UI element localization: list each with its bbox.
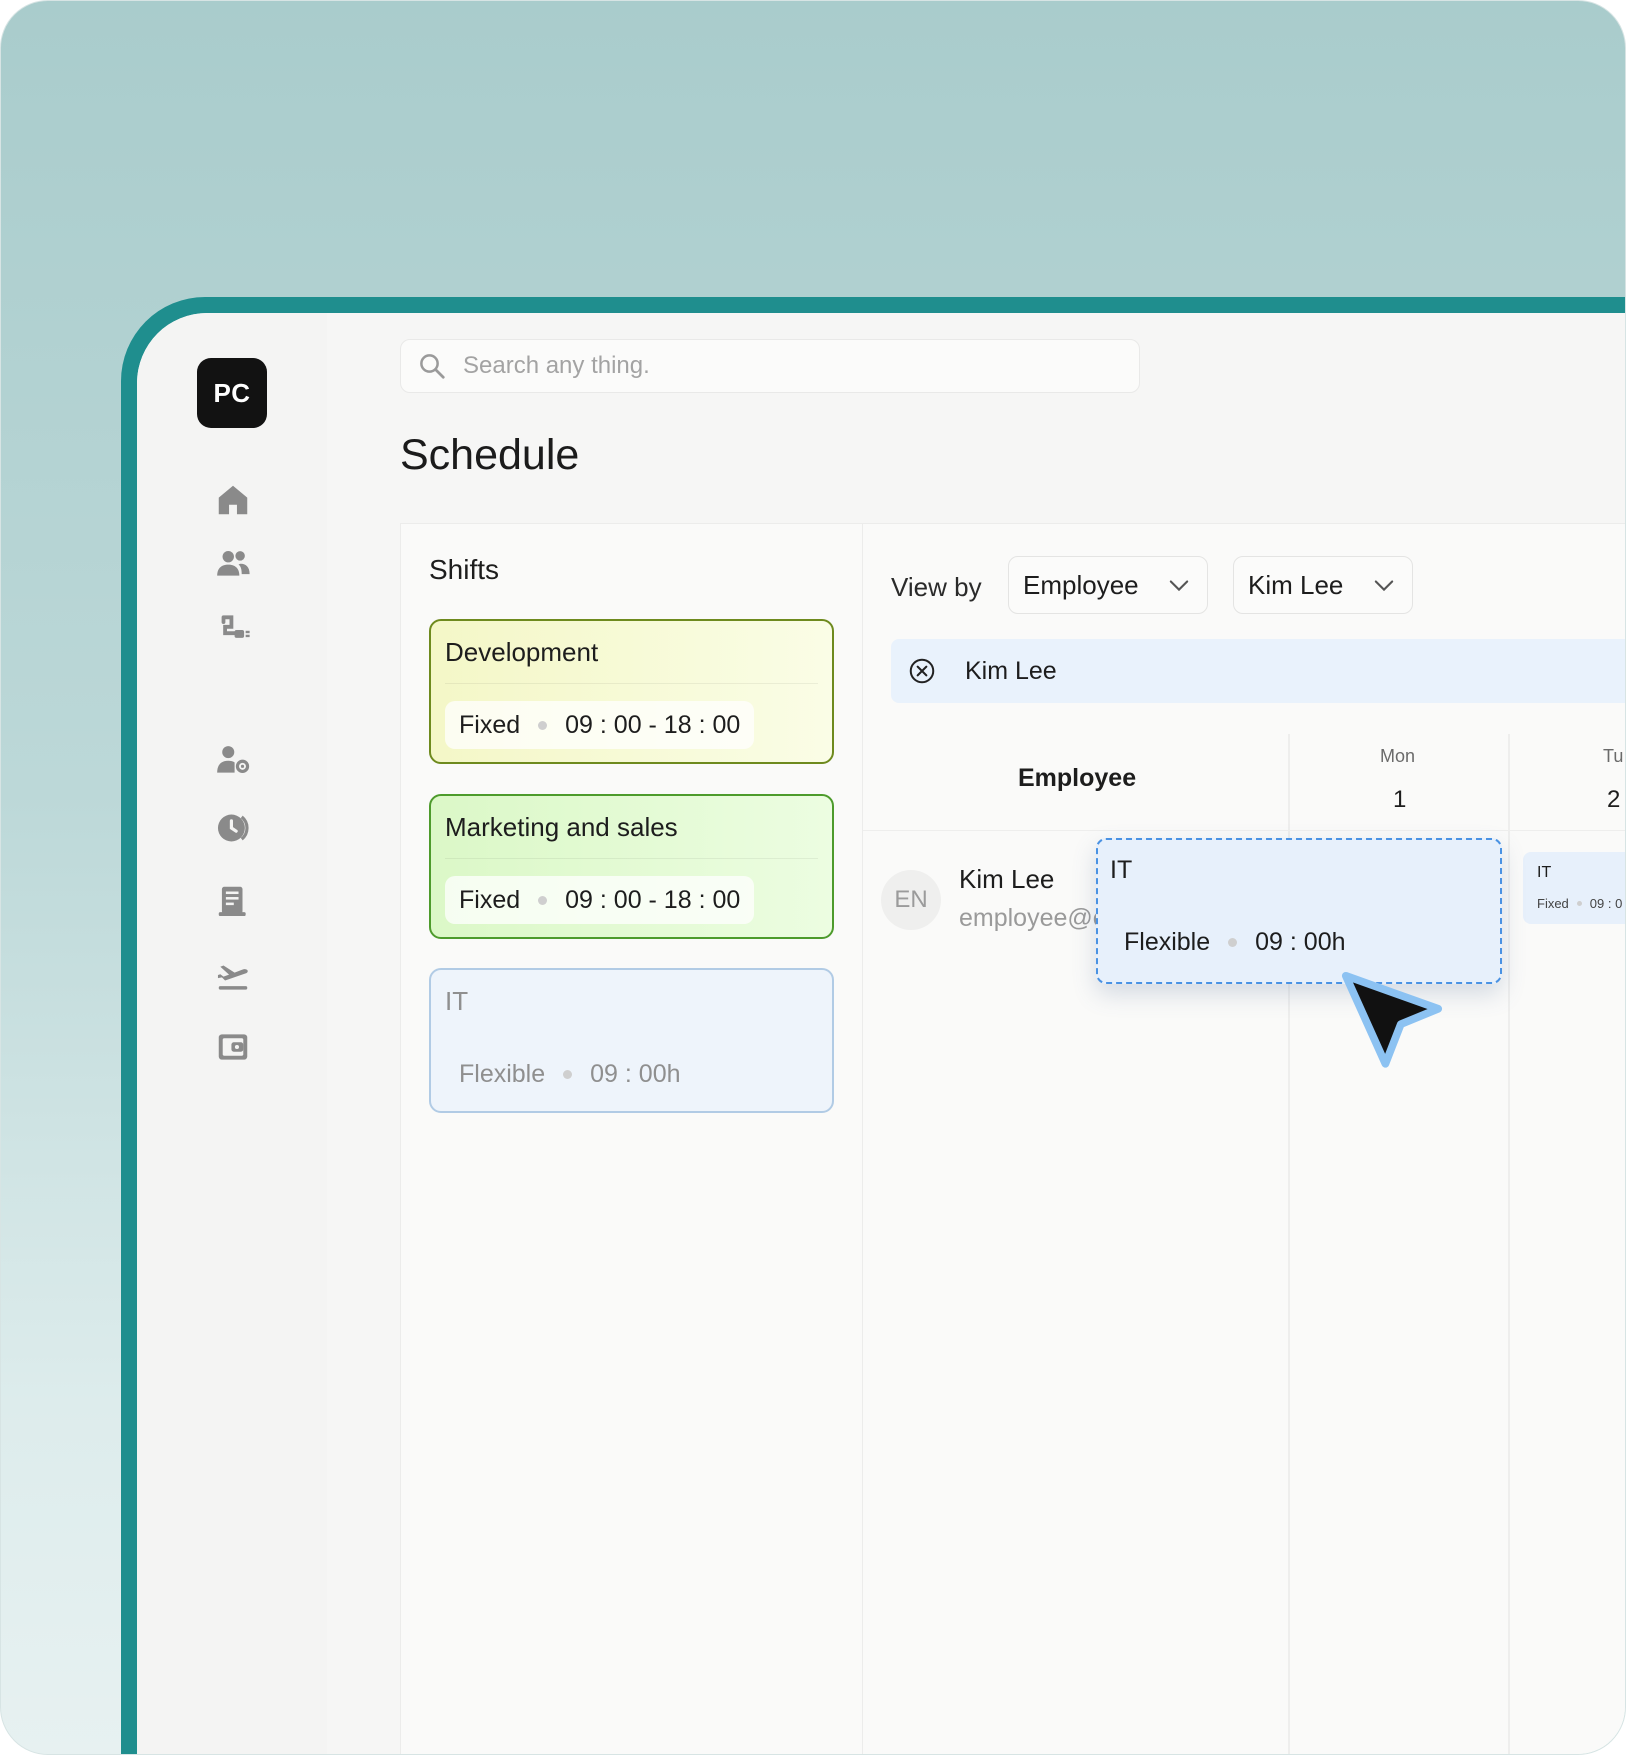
schedule-panel: View by Employee Kim Lee Kim Lee Employe… [862,523,1625,1754]
shift-time: 09 : 00h [1255,928,1346,956]
shift-name: Marketing and sales [445,812,678,842]
users-icon[interactable] [211,541,255,585]
employee-filter-value: Kim Lee [1248,569,1344,600]
separator-dot [1576,901,1582,906]
shift-type: Fixed [1537,896,1569,911]
shift-time: 09 : 00h [590,1059,681,1088]
shift-card-marketing[interactable]: Marketing and sales Fixed 09 : 00 - 18 :… [429,794,834,939]
separator-dot [538,720,548,730]
view-by-value: Employee [1023,569,1139,600]
day-name-mon: Mon [1380,746,1416,766]
clock-icon[interactable] [211,806,255,850]
employee-name: Kim Lee [959,864,1055,894]
sidebar: PC [137,313,327,1754]
shift-name: IT [1537,864,1552,881]
shift-card-it[interactable]: IT Flexible 09 : 00h [429,968,834,1113]
shift-type: Fixed [459,885,521,914]
scheduled-shift-tue[interactable]: IT Fixed 09 : 0 [1523,852,1625,924]
shift-card-development[interactable]: Development Fixed 09 : 00 - 18 : 00 [429,619,834,764]
search-icon [420,354,445,379]
mouse-pointer-icon [1341,971,1443,1068]
shift-type: Flexible [459,1059,546,1088]
search-bar[interactable] [400,339,1140,393]
shift-meta: Flexible 09 : 00h [1124,928,1346,957]
shift-time: 09 : 0 [1589,896,1623,911]
employee-email: employee@e [959,904,1099,932]
column-divider [1508,734,1510,1754]
app-logo[interactable]: PC [197,358,267,428]
separator-dot [538,895,548,905]
document-icon[interactable] [211,879,255,923]
separator-dot [1228,938,1238,947]
shift-type: Fixed [459,710,521,739]
separator-dot [563,1069,573,1079]
shift-meta: Fixed 09 : 00 - 18 : 00 [445,876,755,924]
shift-name: IT [1110,856,1133,884]
wallet-icon[interactable] [211,1025,255,1069]
day-number-mon: 1 [1393,786,1407,813]
avatar: EN [881,870,941,930]
divider [445,858,818,859]
shift-time: 09 : 00 - 18 : 00 [565,885,741,914]
view-by-select[interactable]: Employee [1008,556,1208,614]
shifts-heading: Shifts [429,554,500,585]
view-by-label: View by [891,572,982,602]
chevron-down-icon [1169,580,1189,592]
schedule-header-row [863,734,1625,831]
remove-filter-icon[interactable] [907,656,937,686]
day-name-tue: Tu [1603,746,1624,766]
day-number-tue: 2 [1607,786,1621,813]
employee-column-header: Employee [1018,764,1137,792]
shift-type: Flexible [1124,928,1211,956]
shift-meta: Flexible 09 : 00h [445,1050,695,1098]
selected-filter-bar: Kim Lee [891,639,1625,703]
org-chart-icon[interactable] [211,608,255,652]
shift-meta: Fixed 09 : 00 - 18 : 00 [445,701,755,749]
page-title: Schedule [400,431,580,479]
shift-meta: Fixed 09 : 0 [1537,896,1622,911]
shifts-panel: Shifts Development Fixed 09 : 00 - 18 : … [400,523,862,1754]
user-settings-icon[interactable] [211,738,255,782]
plane-departure-icon[interactable] [211,953,255,997]
background-frame: PC Search any thing. Schedule Shifts Dev… [0,0,1626,1755]
dragged-shift-card[interactable]: IT Flexible 09 : 00h [1096,838,1502,984]
chevron-down-icon [1374,580,1394,592]
search-input[interactable] [461,351,1065,381]
shift-name: Development [445,637,599,667]
selected-filter-chip: Kim Lee [965,656,1057,685]
divider [445,683,818,684]
shift-time: 09 : 00 - 18 : 00 [565,710,741,739]
home-icon[interactable] [211,478,255,522]
employee-filter-select[interactable]: Kim Lee [1233,556,1413,614]
shift-name: IT [445,986,469,1016]
